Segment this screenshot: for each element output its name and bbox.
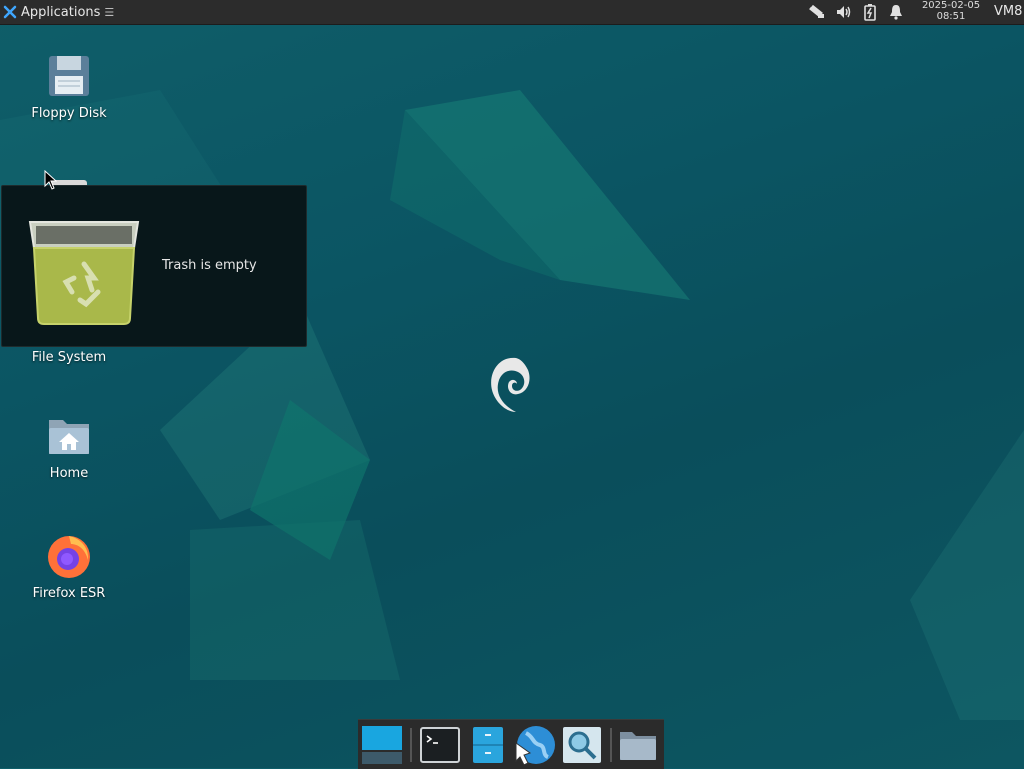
dock <box>358 719 664 769</box>
desktop-icon-label: File System <box>31 350 107 365</box>
trash-status-text: Trash is empty <box>162 258 257 273</box>
desktop-icon-home[interactable]: Home <box>14 412 124 481</box>
desktop-icon-firefox-esr[interactable]: Firefox ESR <box>14 532 124 601</box>
volume-icon[interactable] <box>833 3 855 21</box>
mouse-cursor-icon <box>44 170 58 190</box>
app-finder-icon <box>563 727 601 763</box>
menu-grip-icon: ☰ <box>104 5 115 19</box>
applications-menu-button[interactable]: Applications ☰ <box>3 2 114 22</box>
file-manager-button[interactable] <box>466 724 510 766</box>
notification-bell-icon[interactable] <box>886 3 906 21</box>
firefox-icon <box>45 532 93 580</box>
network-icon[interactable] <box>806 3 828 21</box>
desktop-icon-label: Floppy Disk <box>31 106 107 121</box>
desktop-icon-label: Firefox ESR <box>32 586 106 601</box>
file-manager-icon <box>473 727 503 763</box>
dock-separator <box>610 728 612 762</box>
folder-icon <box>620 732 656 760</box>
debian-logo-icon <box>491 357 530 412</box>
xfce-logo-icon <box>3 5 17 19</box>
app-finder-button[interactable] <box>560 724 604 766</box>
trash-tooltip: Trash is empty <box>1 185 307 347</box>
show-desktop-button[interactable] <box>360 724 404 766</box>
desktop-icon-label: Home <box>49 466 89 481</box>
applications-label: Applications <box>21 4 101 20</box>
user-label[interactable]: VM8 <box>994 4 1022 19</box>
terminal-button[interactable] <box>418 724 462 766</box>
desktop-icon-floppy-disk[interactable]: Floppy Disk <box>14 52 124 121</box>
top-panel: Applications ☰ 2025-02-05 08:51 VM8 <box>0 0 1024 25</box>
terminal-icon <box>420 727 460 763</box>
clock-time: 08:51 <box>936 11 966 22</box>
folder-button[interactable] <box>616 724 660 766</box>
web-browser-icon <box>515 726 555 766</box>
show-desktop-icon <box>362 726 402 764</box>
trash-icon <box>22 212 146 328</box>
clock[interactable]: 2025-02-05 08:51 <box>914 0 988 24</box>
battery-icon[interactable] <box>860 3 880 21</box>
home-folder-icon <box>45 412 93 460</box>
clock-date: 2025-02-05 <box>921 0 981 11</box>
dock-separator <box>410 728 412 762</box>
web-browser-button[interactable] <box>512 724 556 766</box>
floppy-disk-icon <box>45 52 93 100</box>
